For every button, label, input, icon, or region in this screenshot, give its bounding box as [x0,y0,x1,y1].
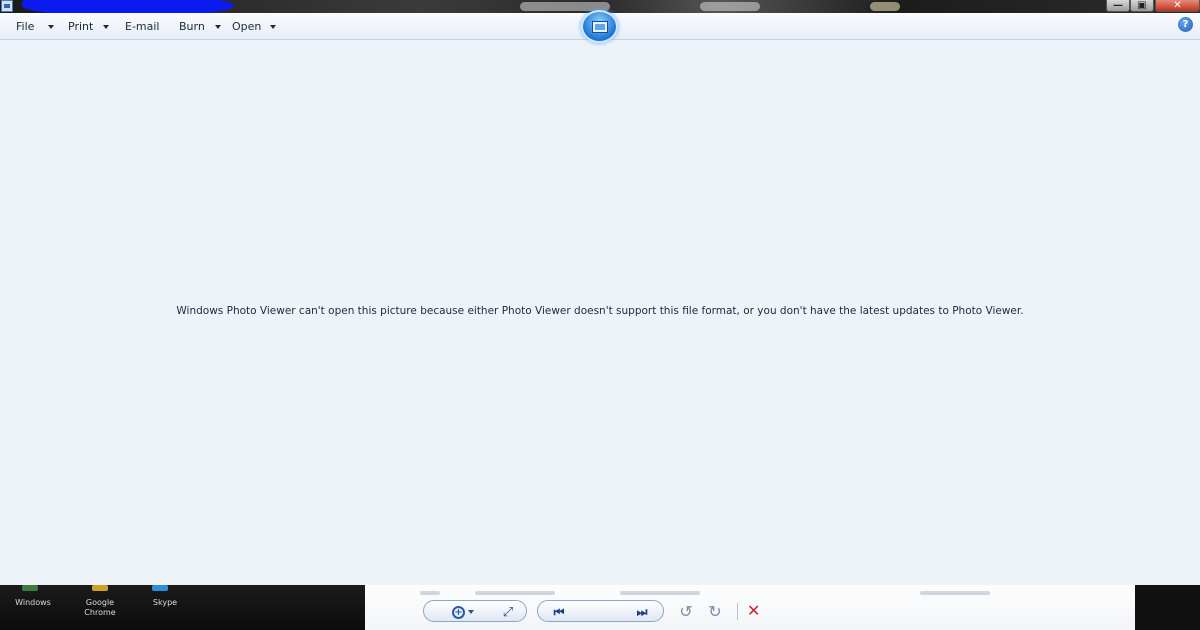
chevron-down-icon [270,24,277,29]
zoom-button[interactable]: + [448,603,478,621]
image-viewer-area: Windows Photo Viewer can't open this pic… [0,41,1200,585]
menu-file-label: File [16,20,35,33]
menu-email[interactable]: E-mail [125,19,160,34]
desktop-icon-label[interactable]: Windows [3,598,63,608]
help-button[interactable]: ? [1178,17,1193,32]
menu-print-label: Print [68,20,94,33]
menu-email-label: E-mail [125,20,160,33]
blurred-text [920,591,990,595]
menu-burn[interactable]: Burn [179,19,221,34]
magnifier-plus-icon: + [452,605,465,619]
rotate-clockwise-button[interactable]: ↻ [705,601,725,621]
desktop-icon-label[interactable]: Skype [135,598,195,608]
desktop-icon-label[interactable]: Google Chrome [70,598,130,618]
blurred-text [620,591,700,595]
fit-window-icon: ⤢ [502,604,514,620]
menu-print[interactable]: Print [68,19,110,34]
chevron-down-icon [468,610,474,614]
restore-button[interactable]: ▣ [1130,0,1154,12]
chevron-down-icon [103,24,110,29]
chrome-icon [92,585,108,591]
close-window-button[interactable]: ✕ [1155,0,1200,12]
delete-button[interactable]: ✕ [747,601,760,620]
help-icon: ? [1182,19,1189,30]
menu-file[interactable]: File [16,19,55,34]
blurred-text [420,591,440,595]
next-button[interactable]: ⏭ [631,602,653,622]
blurred-text [475,591,555,595]
error-message: Windows Photo Viewer can't open this pic… [176,305,1024,317]
background-blur [870,2,900,11]
windows-icon [22,585,38,591]
zoom-plus-glyph: + [454,606,463,618]
previous-button[interactable]: ⏮ [548,602,570,622]
slideshow-icon [591,20,608,33]
menu-burn-label: Burn [179,20,205,33]
rotate-ccw-icon: ↺ [679,601,693,621]
chevron-down-icon [48,24,55,29]
close-icon: ✕ [1173,0,1182,11]
minimize-button[interactable]: — [1106,0,1130,12]
redacted-window-title [22,0,234,13]
minimize-icon: — [1113,0,1123,11]
background-blur [700,2,760,11]
photo-viewer-app-icon [1,0,13,12]
rotate-cw-icon: ↻ [708,601,722,621]
restore-icon: ▣ [1137,0,1147,11]
toolbar-divider [737,603,738,620]
previous-icon: ⏮ [553,604,565,619]
desktop-background [1135,585,1200,630]
chevron-down-icon [214,24,221,29]
desktop-background: Windows Google Chrome Skype [0,585,410,630]
skype-icon [152,585,168,591]
delete-icon: ✕ [747,601,761,620]
menu-open[interactable]: Open [232,19,277,34]
menu-open-label: Open [232,20,262,33]
next-icon: ⏭ [636,604,648,619]
rotate-counterclockwise-button[interactable]: ↺ [676,601,696,621]
actual-size-button[interactable]: ⤢ [498,603,518,621]
slideshow-button[interactable] [581,10,618,43]
